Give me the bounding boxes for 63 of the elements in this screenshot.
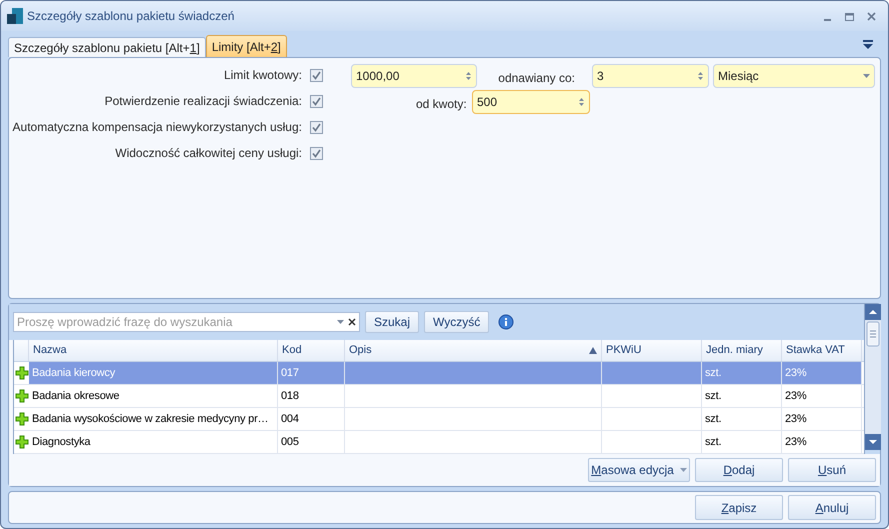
table-cell: szt. — [702, 431, 782, 453]
field-label: odnawiany co: — [498, 70, 575, 87]
table-cell: szt. — [702, 408, 782, 430]
window-title: Szczegóły szablonu pakietu świadczeń — [27, 8, 236, 25]
unit-dropdown[interactable]: Miesiąc — [713, 64, 875, 88]
column-header[interactable]: Stawka VAT — [782, 340, 862, 361]
scrollbar[interactable] — [864, 304, 880, 454]
table-cell: Badania wysokościowe w zakresie medycyny pr… — [29, 408, 278, 430]
option-label: Limit kwotowy: — [224, 67, 302, 84]
search-field[interactable]: Proszę wprowadzić frazę do wyszukania — [13, 312, 360, 332]
tab[interactable]: Limity [Alt+2] — [206, 35, 287, 57]
action-button[interactable]: Usuń — [788, 458, 876, 482]
table-cell: szt. — [702, 385, 782, 407]
interval-field[interactable]: 3 — [592, 64, 709, 88]
sort-arrow-icon — [589, 347, 597, 354]
column-header[interactable]: Kod — [278, 340, 345, 361]
table-cell: 23% — [782, 408, 862, 430]
checkbox[interactable] — [310, 120, 323, 134]
option-label: Potwierdzenie realizacji świadczenia: — [104, 93, 302, 110]
table-cell: 23% — [782, 431, 862, 453]
caret-icon — [680, 468, 687, 472]
table-cell: 23% — [782, 362, 862, 384]
caret-icon[interactable] — [337, 320, 344, 324]
table-cell: Badania kierowcy — [29, 362, 278, 384]
plus-icon — [14, 366, 28, 380]
tab-menu-icon[interactable] — [862, 39, 874, 51]
plus-icon — [14, 435, 28, 449]
action-button[interactable]: Masowa edycja — [588, 458, 690, 482]
spinner-icon[interactable] — [697, 71, 704, 81]
spinner-icon[interactable] — [465, 71, 472, 81]
tab[interactable]: Szczegóły szablonu pakietu [Alt+1] — [8, 37, 206, 57]
search-button[interactable]: Wyczyść — [424, 311, 490, 333]
action-button[interactable]: Dodaj — [695, 458, 783, 482]
option-label: Automatyczna kompensacja niewykorzystanych usług: — [12, 119, 302, 136]
table-cell: 017 — [278, 362, 345, 384]
table-cell: 018 — [278, 385, 345, 407]
dialog-button[interactable]: Zapisz — [695, 495, 783, 520]
plus-icon — [14, 389, 28, 403]
option-label: Widoczność całkowitej ceny usługi: — [115, 145, 302, 162]
table-cell: Badania okresowe — [29, 385, 278, 407]
checkbox[interactable] — [310, 68, 323, 82]
column-header[interactable]: Jedn. miary — [702, 340, 782, 361]
table-cell: 005 — [278, 431, 345, 453]
spinner-icon[interactable] — [578, 97, 585, 107]
field-label: od kwoty: — [416, 96, 467, 113]
search-button[interactable]: Szukaj — [365, 311, 420, 333]
table-cell: Diagnostyka — [29, 431, 278, 453]
clear-icon[interactable] — [348, 318, 356, 326]
dialog-button[interactable]: Anuluj — [788, 495, 876, 520]
column-header[interactable]: Nazwa — [29, 340, 278, 361]
plus-icon — [14, 412, 28, 426]
amount-field[interactable]: 1000,00 — [351, 64, 477, 88]
column-header[interactable]: PKWiU — [602, 340, 702, 361]
table-cell: 23% — [782, 385, 862, 407]
checkbox[interactable] — [310, 94, 323, 108]
threshold-field[interactable]: 500 — [472, 90, 590, 114]
app-logo-icon — [7, 8, 23, 24]
info-icon[interactable] — [498, 314, 514, 330]
caret-icon[interactable] — [863, 74, 870, 78]
table-cell: 004 — [278, 408, 345, 430]
checkbox[interactable] — [310, 146, 323, 160]
column-header[interactable]: Opis — [345, 340, 602, 361]
table-cell: szt. — [702, 362, 782, 384]
